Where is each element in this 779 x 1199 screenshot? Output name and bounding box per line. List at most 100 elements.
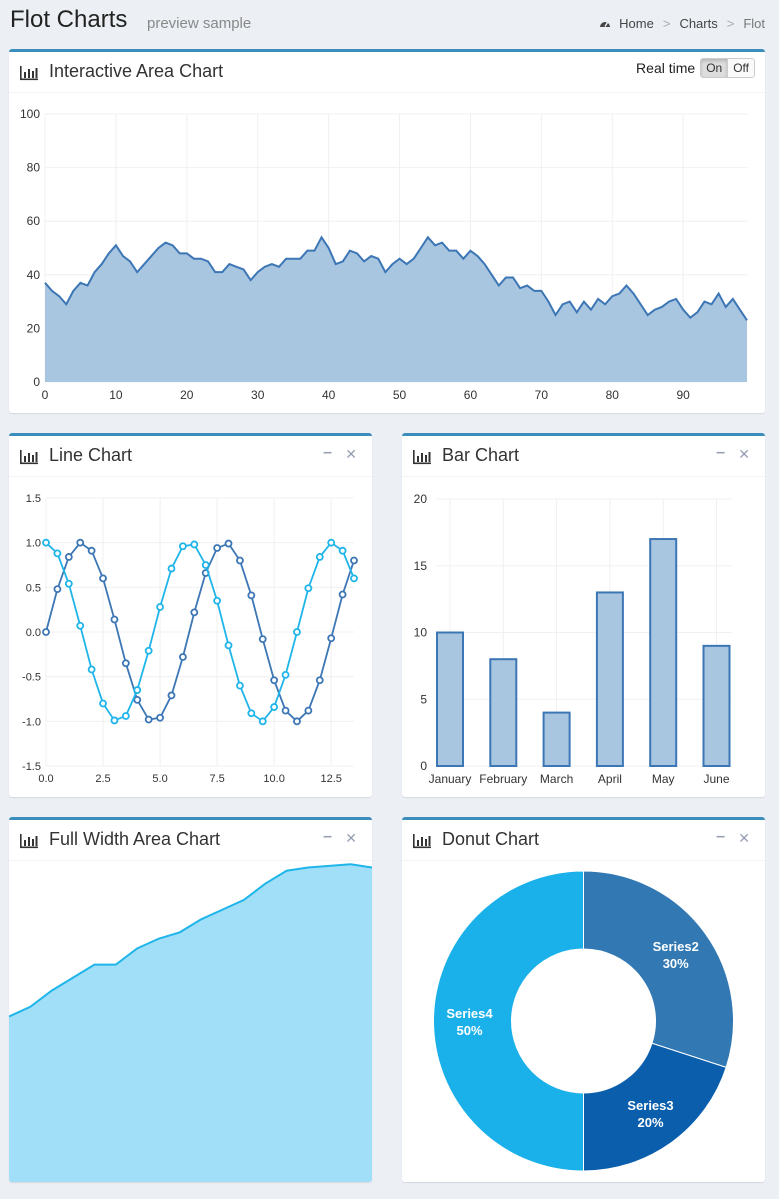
area-fill [45,237,747,382]
data-point [281,706,290,715]
data-point [178,542,187,551]
y-tick-label: 15 [414,559,428,573]
data-point [236,556,244,565]
y-tick-label: 0 [33,375,40,389]
bar [595,591,624,767]
breadcrumb-separator: > [726,16,735,31]
data-point [42,628,50,636]
bar [702,644,731,768]
x-tick-label: 10.0 [263,773,284,785]
data-point [304,706,313,715]
donut-chart-box: Donut Chart – ✕ Series2 30% Series3 20% Seri… [402,817,765,1182]
data-point [247,709,256,718]
data-point [350,556,358,565]
y-tick-label: 60 [27,214,41,228]
donut-slice [583,870,734,1068]
data-point [99,574,107,583]
data-point [87,546,96,555]
data-point [213,544,222,552]
x-tick-label: January [429,772,472,786]
x-tick-label: 7.5 [209,773,224,785]
data-point [133,695,142,704]
x-tick-label: 20 [180,388,194,402]
area-fill [9,864,372,1182]
data-point [304,584,313,593]
full-width-area-chart [9,863,372,1182]
interactive-area-chart-box: Interactive Area Chart Real time On Off … [9,49,765,413]
y-tick-label: -1.0 [22,716,41,728]
data-point [64,579,73,588]
x-tick-label: 80 [606,388,620,402]
bar-chart: 0 5 10 15 20 January February March April May June [414,492,732,786]
y-tick-label: 20 [414,492,428,506]
y-tick-label: 0.0 [26,627,41,639]
y-tick-label: 80 [27,161,41,175]
data-point [338,590,347,599]
x-tick-label: March [540,772,573,786]
data-point [236,681,244,690]
breadcrumb-flot: Flot [743,16,765,31]
interactive-area-chart: 0 20 40 60 80 100 0 10 20 30 40 50 60 70 80 90 [20,107,748,402]
data-point [178,653,187,661]
bar-chart-box: Bar Chart – ✕ 0 5 10 15 20 January February Mar… [402,433,765,797]
data-point [327,634,336,643]
data-point [76,538,85,547]
data-point [293,717,301,726]
x-tick-label: 50 [393,388,407,402]
x-tick-label: 12.5 [320,773,341,785]
y-tick-label: 40 [27,268,41,282]
y-tick-label: -1.5 [22,761,41,773]
data-point [281,670,290,679]
bar [436,631,464,767]
data-point [121,659,130,668]
y-tick-label: 10 [414,626,428,640]
y-tick-label: 100 [20,107,40,121]
x-tick-label: 0.0 [38,773,53,785]
bar [542,711,571,768]
y-tick-label: 0 [420,759,427,773]
data-point [213,596,222,605]
x-tick-label: May [652,772,675,786]
slice-label: Series3 [627,1098,673,1113]
y-tick-label: -0.5 [22,672,41,684]
y-tick-label: 5 [420,692,427,706]
x-tick-label: 40 [322,388,336,402]
data-point [224,641,233,650]
y-tick-label: 1.0 [26,538,41,550]
breadcrumb-charts[interactable]: Charts [679,16,717,31]
data-point [247,591,256,600]
data-point [144,646,153,655]
data-point [224,539,233,548]
data-point [190,608,199,617]
data-point [144,715,153,724]
data-point [42,538,50,547]
data-point [156,603,164,611]
x-tick-label: 5.0 [152,773,167,785]
donut-slice [433,870,584,1172]
breadcrumb-home[interactable]: Home [619,16,654,31]
page-header: Flot Charts preview sample Home > Charts… [0,0,779,46]
bar [489,658,518,767]
data-point [110,716,119,725]
data-point [270,676,279,685]
dashboard-icon [600,21,611,27]
full-width-area-chart-box: Full Width Area Chart – ✕ [9,817,372,1182]
x-tick-label: 30 [251,388,265,402]
data-point [121,712,130,720]
line-chart-box: Line Chart – ✕ 1.5 1.0 0.5 0.0 -0.5 -1.0 -1.5 0… [9,433,372,797]
page-subtitle: preview sample [147,15,252,32]
data-point [338,546,347,555]
data-point [327,538,336,547]
slice-label: Series4 [446,1006,493,1021]
data-point [315,553,324,561]
x-tick-label: April [598,772,622,786]
line-chart: 1.51.00.50.0-0.5-1.0-1.50.0 2.5 5.0 7.5 10.0… [22,493,358,785]
slice-percent: 50% [456,1023,482,1038]
x-tick-label: February [479,772,527,786]
data-point [258,635,267,644]
slice-label: Series2 [653,939,699,954]
data-point [156,713,164,722]
data-point [350,574,358,583]
x-tick-label: 0 [42,388,49,402]
breadcrumb: Home > Charts > Flot [599,16,765,31]
